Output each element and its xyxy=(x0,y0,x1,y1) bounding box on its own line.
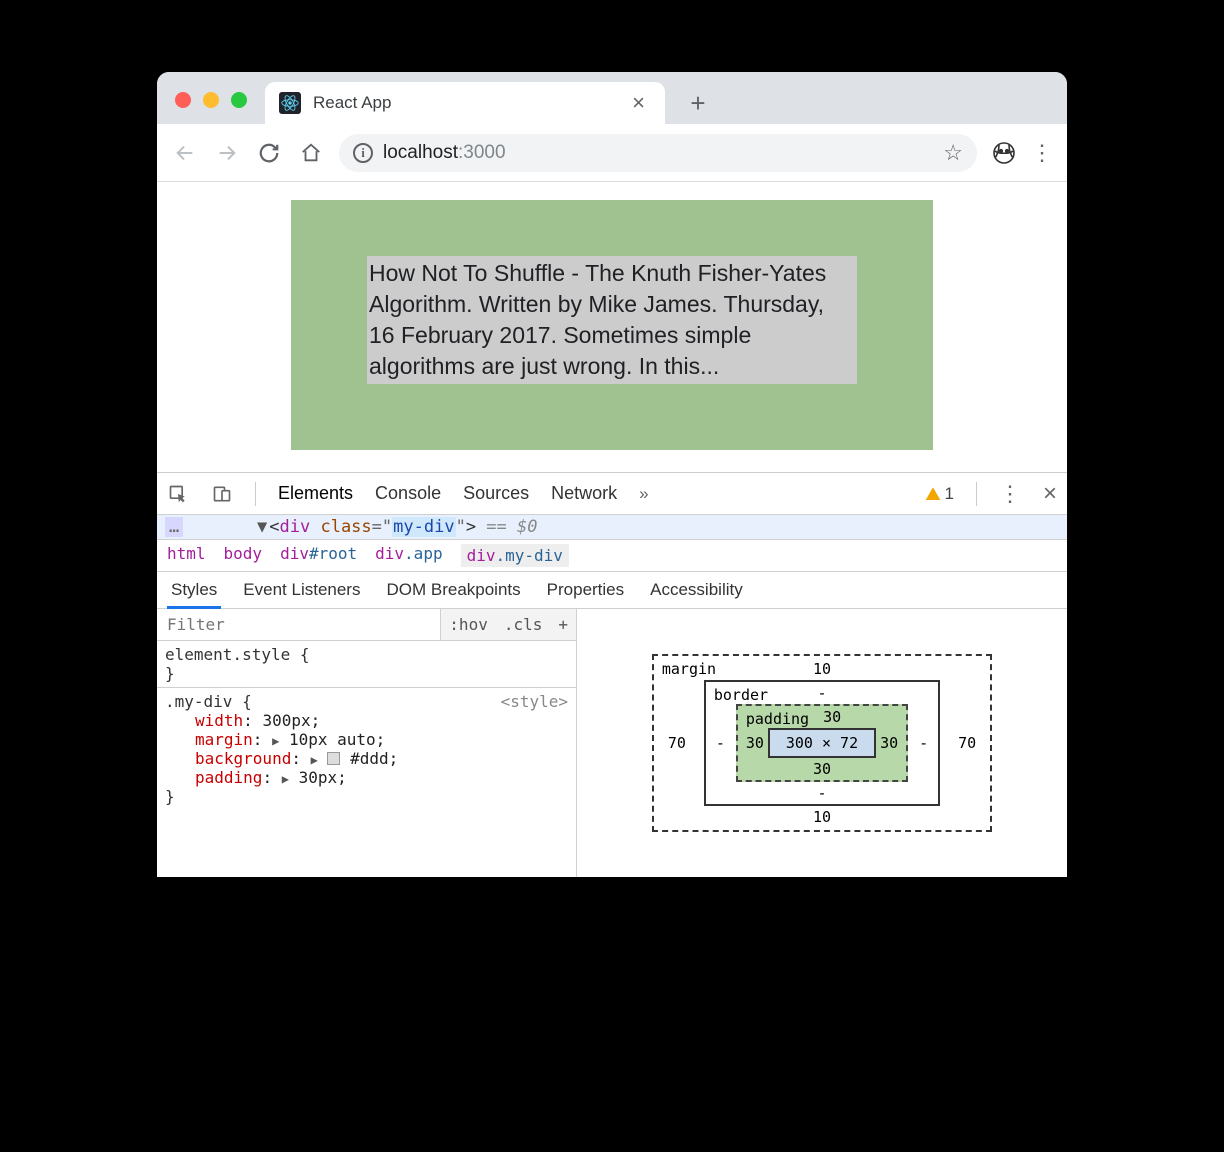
url-host: localhost xyxy=(383,142,458,163)
devtools-close-button[interactable]: × xyxy=(1043,480,1057,508)
browser-toolbar: i localhost:3000 ☆ ⋮ xyxy=(157,124,1067,182)
rule-source[interactable]: <style> xyxy=(501,692,568,711)
browser-window: React App × + i localhost:3000 ☆ ⋮ xyxy=(157,72,1067,877)
elements-selected-source-line[interactable]: … ▼<div class="my-div"> == $0 xyxy=(157,515,1067,540)
hov-toggle[interactable]: :hov xyxy=(441,609,496,640)
source-attrval: my-div xyxy=(392,517,455,537)
rule-my-div[interactable]: <style> .my-div { width: 300px; margin: … xyxy=(157,688,576,810)
box-model-margin[interactable]: margin 10 10 70 70 border - - - - paddin… xyxy=(652,654,992,832)
ellipsis-icon: … xyxy=(165,517,183,537)
url-text: localhost:3000 xyxy=(383,142,506,164)
element-style-header: element.style { xyxy=(165,645,568,664)
inspected-element-highlight: How Not To Shuffle - The Knuth Fisher-Ya… xyxy=(291,200,933,450)
devtools-tab-sources[interactable]: Sources xyxy=(463,483,529,504)
box-model-content[interactable]: 300 × 72 xyxy=(768,728,876,758)
article-text: How Not To Shuffle - The Knuth Fisher-Ya… xyxy=(367,256,857,384)
new-tab-button[interactable]: + xyxy=(683,88,713,118)
devtools-tab-elements[interactable]: Elements xyxy=(278,483,353,504)
padding-bottom: 30 xyxy=(813,760,831,778)
close-window-button[interactable] xyxy=(175,92,191,108)
window-controls xyxy=(175,92,247,108)
box-model-pane: margin 10 10 70 70 border - - - - paddin… xyxy=(577,609,1067,877)
home-button[interactable] xyxy=(297,139,325,167)
padding-top: 30 xyxy=(823,708,841,726)
border-left: - xyxy=(716,734,725,752)
border-top: - xyxy=(817,684,826,702)
warnings-count: 1 xyxy=(945,484,954,504)
device-toolbar-icon[interactable] xyxy=(211,483,233,505)
subtab-accessibility[interactable]: Accessibility xyxy=(650,580,743,600)
devtools-tabbar: Elements Console Sources Network » 1 ⋮ × xyxy=(157,473,1067,515)
breadcrumb-mydiv[interactable]: div.my-div xyxy=(461,544,569,567)
react-favicon-icon xyxy=(279,92,301,114)
rule-element-style[interactable]: element.style { } xyxy=(157,641,576,688)
border-bottom: - xyxy=(817,784,826,802)
padding-left: 30 xyxy=(746,734,764,752)
styles-filter-input[interactable] xyxy=(157,609,440,640)
margin-bottom: 10 xyxy=(813,808,831,826)
tab-title: React App xyxy=(313,93,626,113)
color-swatch-icon[interactable] xyxy=(327,752,340,765)
breadcrumb-app[interactable]: div.app xyxy=(375,544,442,567)
cls-toggle[interactable]: .cls xyxy=(496,609,551,640)
extension-icon[interactable] xyxy=(991,140,1017,166)
padding-label: padding xyxy=(746,710,809,728)
back-button[interactable] xyxy=(171,139,199,167)
prop-margin[interactable]: margin: ▶ 10px auto; xyxy=(165,730,568,749)
separator xyxy=(255,482,256,506)
breadcrumb-root[interactable]: div#root xyxy=(280,544,357,567)
source-tagname: div xyxy=(280,517,311,537)
expand-caret-icon[interactable]: ▼ xyxy=(257,517,267,537)
element-style-close: } xyxy=(165,664,568,683)
forward-button[interactable] xyxy=(213,139,241,167)
border-right: - xyxy=(919,734,928,752)
browser-menu-button[interactable]: ⋮ xyxy=(1031,140,1053,166)
border-label: border xyxy=(714,686,768,704)
reload-button[interactable] xyxy=(255,139,283,167)
devtools-tab-console[interactable]: Console xyxy=(375,483,441,504)
styles-rules-pane: :hov .cls + element.style { } <style> .m… xyxy=(157,609,577,877)
margin-left: 70 xyxy=(668,734,686,752)
address-bar[interactable]: i localhost:3000 ☆ xyxy=(339,134,977,172)
close-tab-button[interactable]: × xyxy=(626,90,651,116)
devtools-tab-network[interactable]: Network xyxy=(551,483,617,504)
rule-close: } xyxy=(165,787,568,806)
styles-filter-row: :hov .cls + xyxy=(157,609,576,641)
new-rule-button[interactable]: + xyxy=(550,609,576,640)
page-viewport: How Not To Shuffle - The Knuth Fisher-Ya… xyxy=(157,182,1067,472)
site-info-icon[interactable]: i xyxy=(353,143,373,163)
source-suffix: == $0 xyxy=(476,517,537,537)
source-attrname: class xyxy=(320,517,371,537)
prop-width[interactable]: width: 300px; xyxy=(165,711,568,730)
box-model-padding[interactable]: padding 30 30 30 30 300 × 72 xyxy=(736,704,908,782)
url-port: :3000 xyxy=(458,142,506,163)
devtools-tabs-overflow[interactable]: » xyxy=(639,484,648,504)
subtab-dom-breakpoints[interactable]: DOM Breakpoints xyxy=(386,580,520,600)
separator xyxy=(976,482,977,506)
devtools-menu-button[interactable]: ⋮ xyxy=(999,481,1021,507)
bookmark-star-icon[interactable]: ☆ xyxy=(943,140,963,166)
padding-right: 30 xyxy=(880,734,898,752)
minimize-window-button[interactable] xyxy=(203,92,219,108)
styles-body: :hov .cls + element.style { } <style> .m… xyxy=(157,609,1067,877)
maximize-window-button[interactable] xyxy=(231,92,247,108)
elements-breadcrumb: html body div#root div.app div.my-div xyxy=(157,540,1067,572)
box-model-border[interactable]: border - - - - padding 30 30 30 30 300 ×… xyxy=(704,680,940,806)
subtab-styles[interactable]: Styles xyxy=(171,580,217,600)
inspect-element-icon[interactable] xyxy=(167,483,189,505)
breadcrumb-body[interactable]: body xyxy=(224,544,263,567)
subtab-properties[interactable]: Properties xyxy=(547,580,624,600)
prop-padding[interactable]: padding: ▶ 30px; xyxy=(165,768,568,787)
prop-background[interactable]: background: ▶ #ddd; xyxy=(165,749,568,768)
styles-subtabs: Styles Event Listeners DOM Breakpoints P… xyxy=(157,572,1067,609)
margin-right: 70 xyxy=(958,734,976,752)
devtools-panel: Elements Console Sources Network » 1 ⋮ ×… xyxy=(157,472,1067,877)
margin-label: margin xyxy=(662,660,716,678)
tab-strip: React App × + xyxy=(157,72,1067,124)
breadcrumb-html[interactable]: html xyxy=(167,544,206,567)
margin-top: 10 xyxy=(813,660,831,678)
browser-tab[interactable]: React App × xyxy=(265,82,665,124)
subtab-event-listeners[interactable]: Event Listeners xyxy=(243,580,360,600)
devtools-warnings-badge[interactable]: 1 xyxy=(925,484,954,504)
